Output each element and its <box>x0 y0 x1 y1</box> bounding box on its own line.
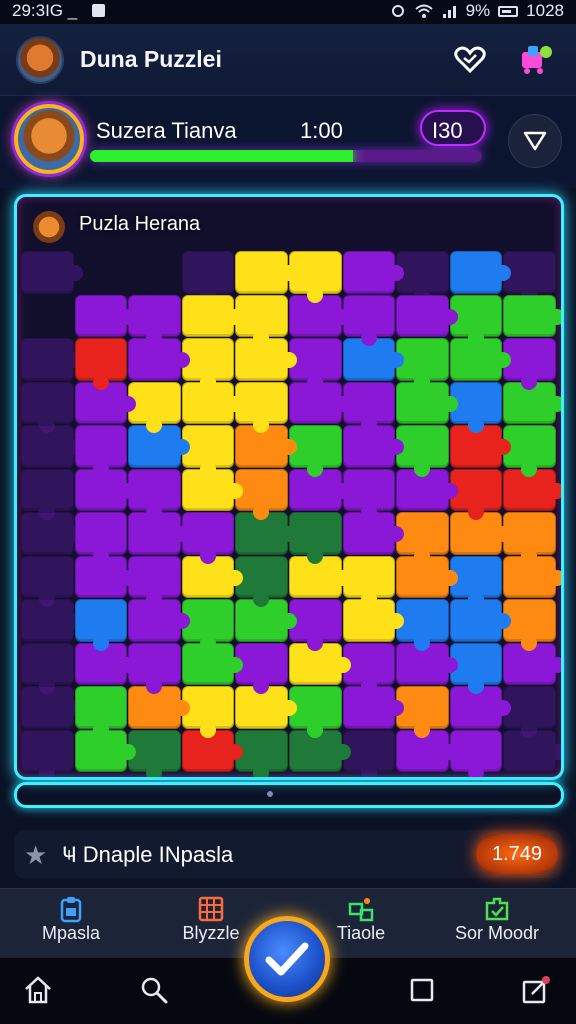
recents-icon[interactable] <box>406 974 438 1006</box>
puzzle-piece[interactable] <box>235 251 297 294</box>
puzzle-piece[interactable] <box>74 425 128 476</box>
status-clock: 1028 <box>526 1 564 20</box>
puzzle-piece[interactable] <box>21 642 74 694</box>
app-title: Duna Puzzlei <box>80 46 222 72</box>
puzzle-piece[interactable] <box>503 251 556 302</box>
profile-avatar[interactable] <box>16 36 64 84</box>
puzzle-piece[interactable] <box>74 686 128 737</box>
battery-percent: 9% <box>465 1 491 20</box>
sync-icon <box>391 5 404 17</box>
board-avatar <box>33 211 65 243</box>
menu-button[interactable] <box>508 114 562 168</box>
status-dash: _ <box>67 1 78 20</box>
puzzle-piece[interactable] <box>235 729 288 777</box>
puzzle-piece[interactable] <box>128 381 181 433</box>
puzzle-piece[interactable] <box>396 599 449 650</box>
puzzle-piece[interactable] <box>235 468 288 520</box>
clipboard-icon <box>60 897 82 923</box>
puzzle-piece[interactable] <box>342 251 404 294</box>
page-indicator <box>267 791 273 797</box>
star-icon: ★ <box>24 840 48 870</box>
puzzle-piece[interactable] <box>74 512 128 563</box>
puzzle-piece[interactable] <box>181 294 243 337</box>
puzzle-piece[interactable] <box>128 555 181 607</box>
status-bar: 29:3IG _ 9% 1028 <box>0 0 576 24</box>
player-avatar[interactable] <box>14 104 84 174</box>
puzzle-piece[interactable] <box>396 294 458 337</box>
puzzle-piece[interactable] <box>21 338 83 381</box>
app-header: Duna Puzzlei <box>0 24 576 96</box>
checkmark-icon <box>265 942 309 976</box>
progress-bar <box>90 150 482 162</box>
edit-icon[interactable] <box>520 974 552 1006</box>
heart-icon[interactable] <box>452 44 488 76</box>
confirm-button[interactable] <box>244 916 330 1002</box>
puzzle-piece[interactable] <box>396 338 449 389</box>
puzzle-piece[interactable] <box>21 425 83 468</box>
puzzle-board[interactable]: Puzla Herana <box>14 194 564 780</box>
progress-fill <box>90 150 353 162</box>
puzzle-piece[interactable] <box>74 294 136 337</box>
status-time: 29:3IG <box>12 1 64 20</box>
tab-label: Sor Moodr <box>454 923 540 943</box>
puzzle-piece[interactable] <box>21 512 83 555</box>
puzzle-icon <box>348 898 374 922</box>
tab-mpasla[interactable]: Mpasla <box>6 889 136 959</box>
notification-icon <box>91 4 105 17</box>
player-name: Suzera Tianva <box>96 118 237 143</box>
puzzle-piece[interactable] <box>21 555 74 607</box>
puzzle-piece[interactable] <box>503 338 556 389</box>
puzzle-piece[interactable] <box>503 599 556 650</box>
puzzle-piece[interactable] <box>503 686 556 737</box>
puzzle-piece[interactable] <box>21 381 74 433</box>
board-footer <box>14 782 564 808</box>
puzzle-piece[interactable] <box>74 338 128 389</box>
puzzle-piece[interactable] <box>396 512 449 563</box>
puzzle-piece[interactable] <box>128 642 181 694</box>
info-row[interactable]: ★ Ҹ Dnaple INpasla 1.749 <box>14 830 562 878</box>
tab-label: Mpasla <box>41 923 101 943</box>
puzzle-piece[interactable] <box>21 251 83 294</box>
puzzle-piece[interactable] <box>503 425 556 476</box>
grid-icon <box>198 896 224 922</box>
timer: 1:00 <box>300 118 343 143</box>
puzzle-piece[interactable] <box>235 294 288 346</box>
board-title: Puzla Herana <box>79 213 201 235</box>
puzzle-piece[interactable] <box>128 729 181 777</box>
puzzle-piece[interactable] <box>21 599 83 642</box>
puzzle-grid[interactable] <box>21 251 561 777</box>
info-text: Ҹ Dnaple INpasla <box>62 842 234 867</box>
puzzle-piece[interactable] <box>396 686 449 737</box>
search-icon[interactable] <box>138 974 170 1006</box>
puzzle-piece[interactable] <box>128 468 181 520</box>
trophy-icon[interactable] <box>518 44 554 76</box>
puzzle-piece[interactable] <box>21 468 74 520</box>
puzzle-piece[interactable] <box>128 294 181 346</box>
puzzle-piece[interactable] <box>21 686 83 729</box>
wifi-icon <box>414 4 433 18</box>
player-bar: Suzera Tianva 1:00 I30 <box>0 96 576 188</box>
home-icon[interactable] <box>22 974 54 1006</box>
puzzle-piece[interactable] <box>396 425 449 476</box>
puzzle-piece[interactable] <box>503 729 561 772</box>
signal-icon <box>442 6 456 18</box>
puzzle-piece[interactable] <box>21 729 74 777</box>
puzzle-piece[interactable] <box>503 512 556 563</box>
info-badge[interactable]: 1.749 <box>476 834 558 874</box>
battery-icon <box>498 5 519 17</box>
triangle-down-icon <box>523 131 547 151</box>
puzzle-piece[interactable] <box>503 294 561 337</box>
puzzle-piece[interactable] <box>74 599 128 650</box>
puzzle-piece[interactable] <box>235 642 288 694</box>
puzzle-piece[interactable] <box>235 555 288 607</box>
tab-sor-moodr[interactable]: Sor Moodr <box>432 889 562 959</box>
score: I30 <box>432 118 463 143</box>
puzzle-piece[interactable] <box>449 251 511 294</box>
puzzle-piece[interactable] <box>235 381 288 433</box>
puzzle-piece[interactable] <box>396 251 449 302</box>
status-left: 29:3IG _ <box>12 1 105 21</box>
puzzle-piece[interactable] <box>181 251 235 302</box>
shield-icon <box>485 897 509 921</box>
status-right: 9% 1028 <box>390 1 564 21</box>
